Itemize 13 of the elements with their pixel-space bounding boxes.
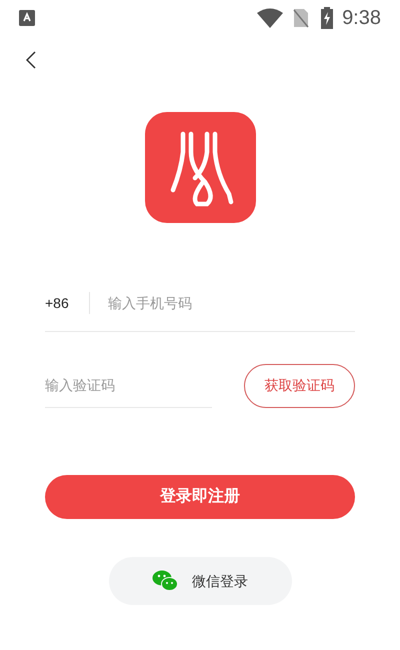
app-logo-icon xyxy=(144,112,256,223)
no-sim-icon xyxy=(293,8,310,28)
chat-bubbles-icon xyxy=(152,570,178,592)
phone-number-field[interactable]: 输入手机号码 xyxy=(108,292,355,314)
verification-code-field[interactable]: 输入验证码 xyxy=(45,363,212,408)
get-code-button[interactable]: 获取验证码 xyxy=(244,364,355,408)
battery-charging-icon xyxy=(321,7,334,29)
clock-time: 9:38 xyxy=(342,6,381,31)
country-code[interactable]: +86 xyxy=(45,292,89,314)
wifi-icon xyxy=(257,8,284,28)
keyboard-notification-icon xyxy=(19,10,35,26)
login-register-button[interactable]: 登录即注册 xyxy=(45,475,355,519)
wechat-login-button[interactable]: 微信登录 xyxy=(108,557,292,605)
